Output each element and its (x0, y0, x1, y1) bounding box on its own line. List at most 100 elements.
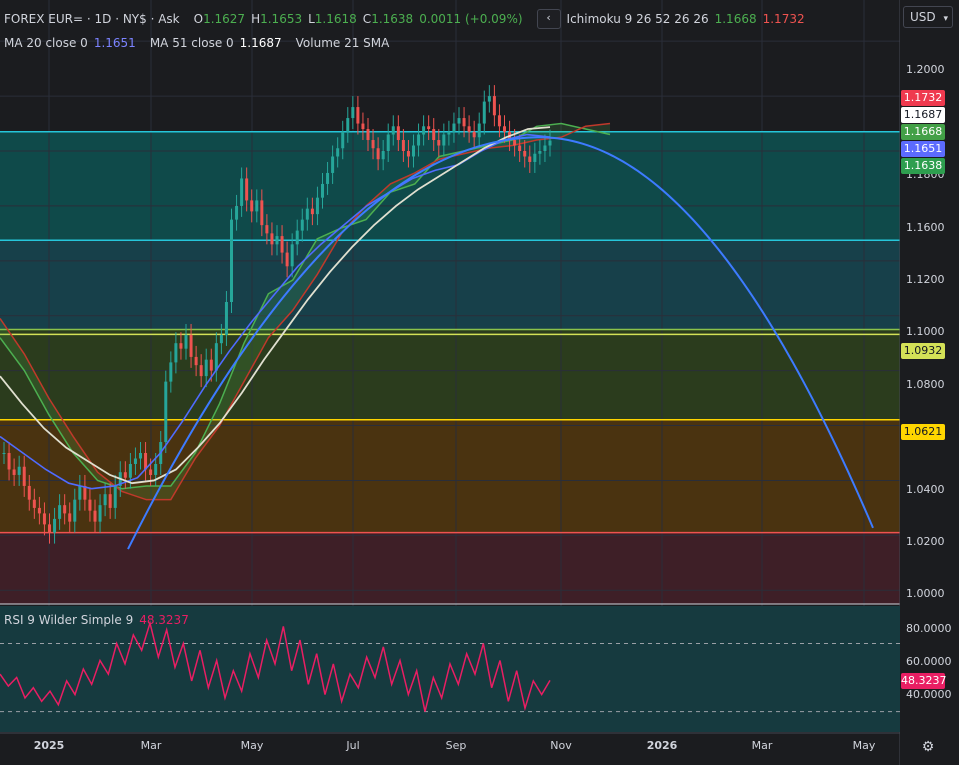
candle-body (381, 151, 385, 160)
price-tick: 1.0000 (906, 587, 945, 600)
candle-body (432, 129, 436, 141)
rsi-tick: 40.0000 (906, 688, 952, 701)
price-label-last: 1.1638 (901, 158, 945, 174)
candle-body (260, 200, 264, 226)
candle-body (78, 485, 82, 500)
ichimoku-value-2: 1.1732 (762, 12, 805, 26)
price-zone (0, 532, 900, 604)
price-label-ichimoku: 1.1668 (901, 124, 945, 140)
candle-body (184, 334, 188, 349)
price-tick: 1.1200 (906, 273, 945, 286)
candle-body (2, 453, 6, 454)
candle-body (245, 178, 249, 201)
currency-selector[interactable]: USD ▾ (903, 6, 953, 28)
candle-body (472, 131, 476, 138)
candle-body (199, 365, 203, 377)
time-label: May (852, 739, 876, 752)
price-label-ichimoku-high: 1.1732 (901, 90, 945, 106)
time-label: Mar (140, 739, 162, 752)
price-zone (0, 419, 900, 533)
currency-label: USD (910, 10, 936, 24)
rsi-label[interactable]: RSI 9 Wilder Simple 9 (4, 613, 133, 627)
candle-body (492, 96, 496, 116)
rsi-value: 48.3237 (139, 613, 189, 627)
price-label-ma20: 1.1651 (901, 141, 945, 157)
candle-body (497, 115, 501, 127)
candle-body (179, 343, 183, 349)
ohlc-legend: FOREX EUR= · 1D · NY$ · Ask O1.1627 H1.1… (4, 9, 805, 29)
candle-body (154, 463, 158, 475)
price-tick: 1.0800 (906, 378, 945, 391)
candle-body (366, 129, 370, 141)
candle-body (321, 183, 324, 198)
candle-body (17, 466, 21, 475)
volume-label[interactable]: Volume 21 SMA (296, 36, 390, 50)
open-value: O1.1627 (193, 12, 246, 26)
chevron-left-icon[interactable]: ‹ (536, 9, 561, 29)
candle-body (523, 151, 527, 157)
price-zone (0, 329, 900, 420)
candle-body (139, 453, 142, 459)
candle-body (467, 126, 471, 132)
price-tick: 1.0400 (906, 483, 945, 496)
ma20-label[interactable]: MA 20 close 0 (4, 36, 88, 50)
candle-body (58, 505, 62, 519)
candle-body (149, 469, 153, 475)
candle-body (417, 134, 421, 146)
chart-area[interactable] (0, 0, 900, 765)
candle-body (280, 236, 284, 253)
candle-body (528, 156, 532, 162)
candle-body (68, 513, 72, 522)
price-tick: 1.0200 (906, 535, 945, 548)
candle-body (275, 236, 279, 245)
candle-body (361, 123, 365, 130)
time-label: May (240, 739, 264, 752)
ma51-value: 1.1687 (239, 36, 282, 50)
candle-body (32, 499, 36, 508)
candle-body (123, 472, 127, 478)
symbol-label[interactable]: FOREX EUR= · 1D · NY$ · Ask (4, 12, 180, 26)
candle-body (533, 153, 537, 162)
candle-body (12, 469, 16, 475)
candle-body (406, 151, 410, 157)
ma51-label[interactable]: MA 51 close 0 (150, 36, 234, 50)
candle-body (133, 458, 137, 464)
candle-body (53, 518, 57, 533)
candle-body (371, 140, 375, 149)
time-label: Jul (346, 739, 360, 752)
candle-body (108, 494, 112, 508)
candle-body (482, 101, 486, 124)
candle-body (98, 505, 102, 522)
candle-body (204, 359, 208, 377)
candle-body (93, 510, 97, 522)
candle-body (452, 123, 456, 132)
candle-body (128, 463, 132, 478)
change-value: 0.0011 (+0.09%) (419, 12, 523, 26)
candle-body (27, 485, 31, 500)
price-chart[interactable] (0, 0, 900, 765)
ichimoku-label[interactable]: Ichimoku 9 26 52 26 26 (567, 12, 709, 26)
candle-body (164, 381, 168, 443)
candle-body (422, 126, 426, 135)
candle-body (356, 107, 360, 124)
candle-body (548, 140, 552, 146)
candle-body (412, 145, 415, 157)
chevron-down-icon: ▾ (943, 14, 948, 24)
candle-body (189, 334, 193, 357)
price-label-ma51: 1.1687 (901, 107, 945, 123)
candle-body (230, 219, 233, 302)
candle-body (214, 343, 218, 371)
gear-icon[interactable]: ⚙ (916, 736, 940, 758)
candle-body (386, 134, 390, 151)
candle-body (169, 362, 173, 382)
candle-body (224, 302, 228, 335)
candle-body (442, 134, 446, 146)
candle-body (113, 485, 117, 508)
candle-body (22, 466, 26, 486)
candle-body (255, 200, 259, 212)
candle-body (48, 524, 51, 533)
candle-body (336, 148, 340, 157)
candle-body (88, 499, 92, 511)
close-value: C1.1638 (362, 12, 414, 26)
candle-body (326, 172, 330, 184)
